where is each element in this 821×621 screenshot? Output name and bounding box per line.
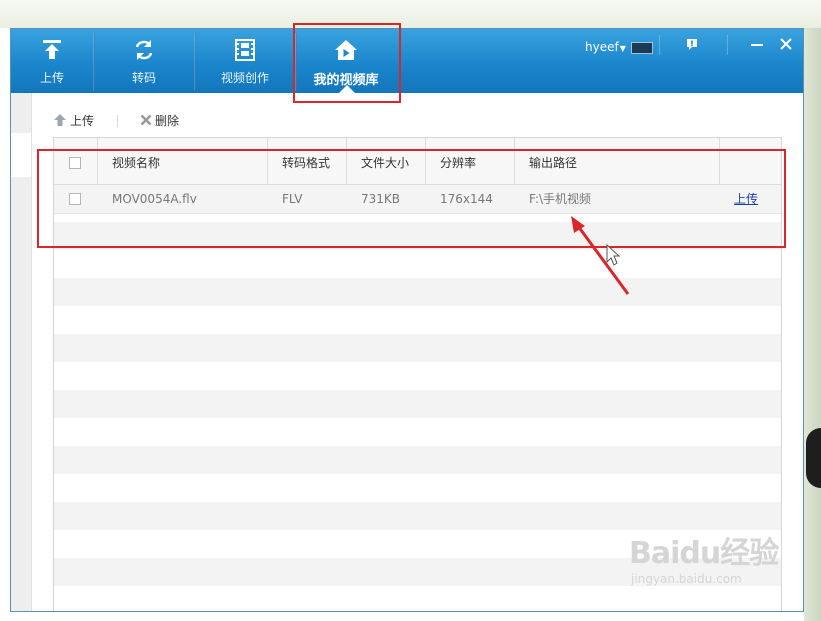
watermark-logo: Baidu经验 — [629, 536, 779, 571]
watermark: Baidu经验 jingyan.baidu.com — [629, 528, 779, 586]
mouse-cursor-icon — [606, 243, 621, 266]
watermark-site: jingyan.baidu.com — [631, 572, 742, 586]
annotation-arrow-line — [576, 225, 630, 295]
